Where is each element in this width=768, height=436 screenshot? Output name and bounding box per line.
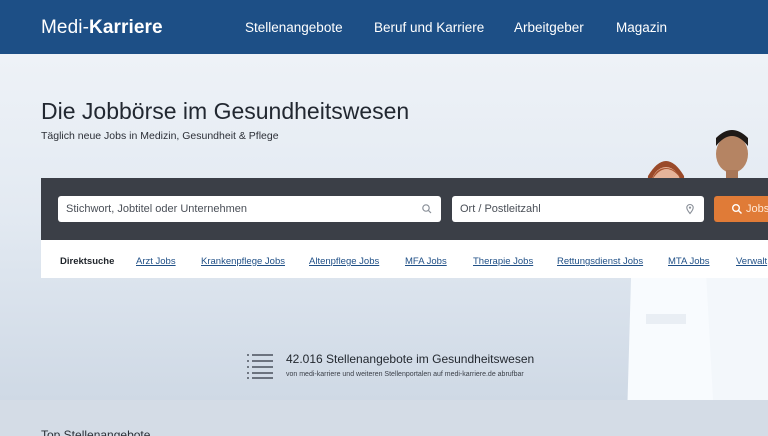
direct-link-mfa-jobs[interactable]: MFA Jobs <box>405 256 447 267</box>
direct-link-mta-jobs[interactable]: MTA Jobs <box>668 256 710 267</box>
direct-search-label: Direktsuche <box>60 256 115 267</box>
page-title: Die Jobbörse im Gesundheitswesen <box>41 98 410 124</box>
list-icon <box>247 354 273 379</box>
location-input[interactable]: Ort / Postleitzahl <box>452 196 704 222</box>
location-pin-icon <box>686 203 694 215</box>
direct-link-altenpflege-jobs[interactable]: Altenpflege Jobs <box>309 256 379 267</box>
direct-link-therapie-jobs[interactable]: Therapie Jobs <box>473 256 533 267</box>
site-logo[interactable]: Medi-Karriere <box>41 17 163 39</box>
nav-stellenangebote[interactable]: Stellenangebote <box>245 20 343 35</box>
direct-search-bar: Direktsuche Arzt Jobs Krankenpflege Jobs… <box>41 240 768 278</box>
top-navigation-bar: Medi-Karriere Stellenangebote Beruf und … <box>0 0 768 54</box>
job-count-headline: 42.016 Stellenangebote im Gesundheitswes… <box>286 352 535 366</box>
nav-magazin[interactable]: Magazin <box>616 20 667 35</box>
search-jobs-button[interactable]: Jobs <box>714 196 768 222</box>
direct-link-arzt-jobs[interactable]: Arzt Jobs <box>136 256 176 267</box>
top-jobs-heading: Top Stellenangebote <box>41 428 151 436</box>
direct-link-krankenpflege-jobs[interactable]: Krankenpflege Jobs <box>201 256 285 267</box>
keyword-search-input[interactable]: Stichwort, Jobtitel oder Unternehmen <box>58 196 441 222</box>
job-count-note: von medi-karriere und weiteren Stellenpo… <box>286 371 524 378</box>
nav-beruf-und-karriere[interactable]: Beruf und Karriere <box>374 20 484 35</box>
direct-link-rettungsdienst-jobs[interactable]: Rettungsdienst Jobs <box>557 256 643 267</box>
search-icon <box>732 204 742 214</box>
page-subtitle: Täglich neue Jobs in Medizin, Gesundheit… <box>41 130 279 142</box>
search-icon <box>422 204 432 214</box>
nav-arbeitgeber[interactable]: Arbeitgeber <box>514 20 584 35</box>
direct-link-verwaltung[interactable]: Verwalt <box>736 256 767 267</box>
